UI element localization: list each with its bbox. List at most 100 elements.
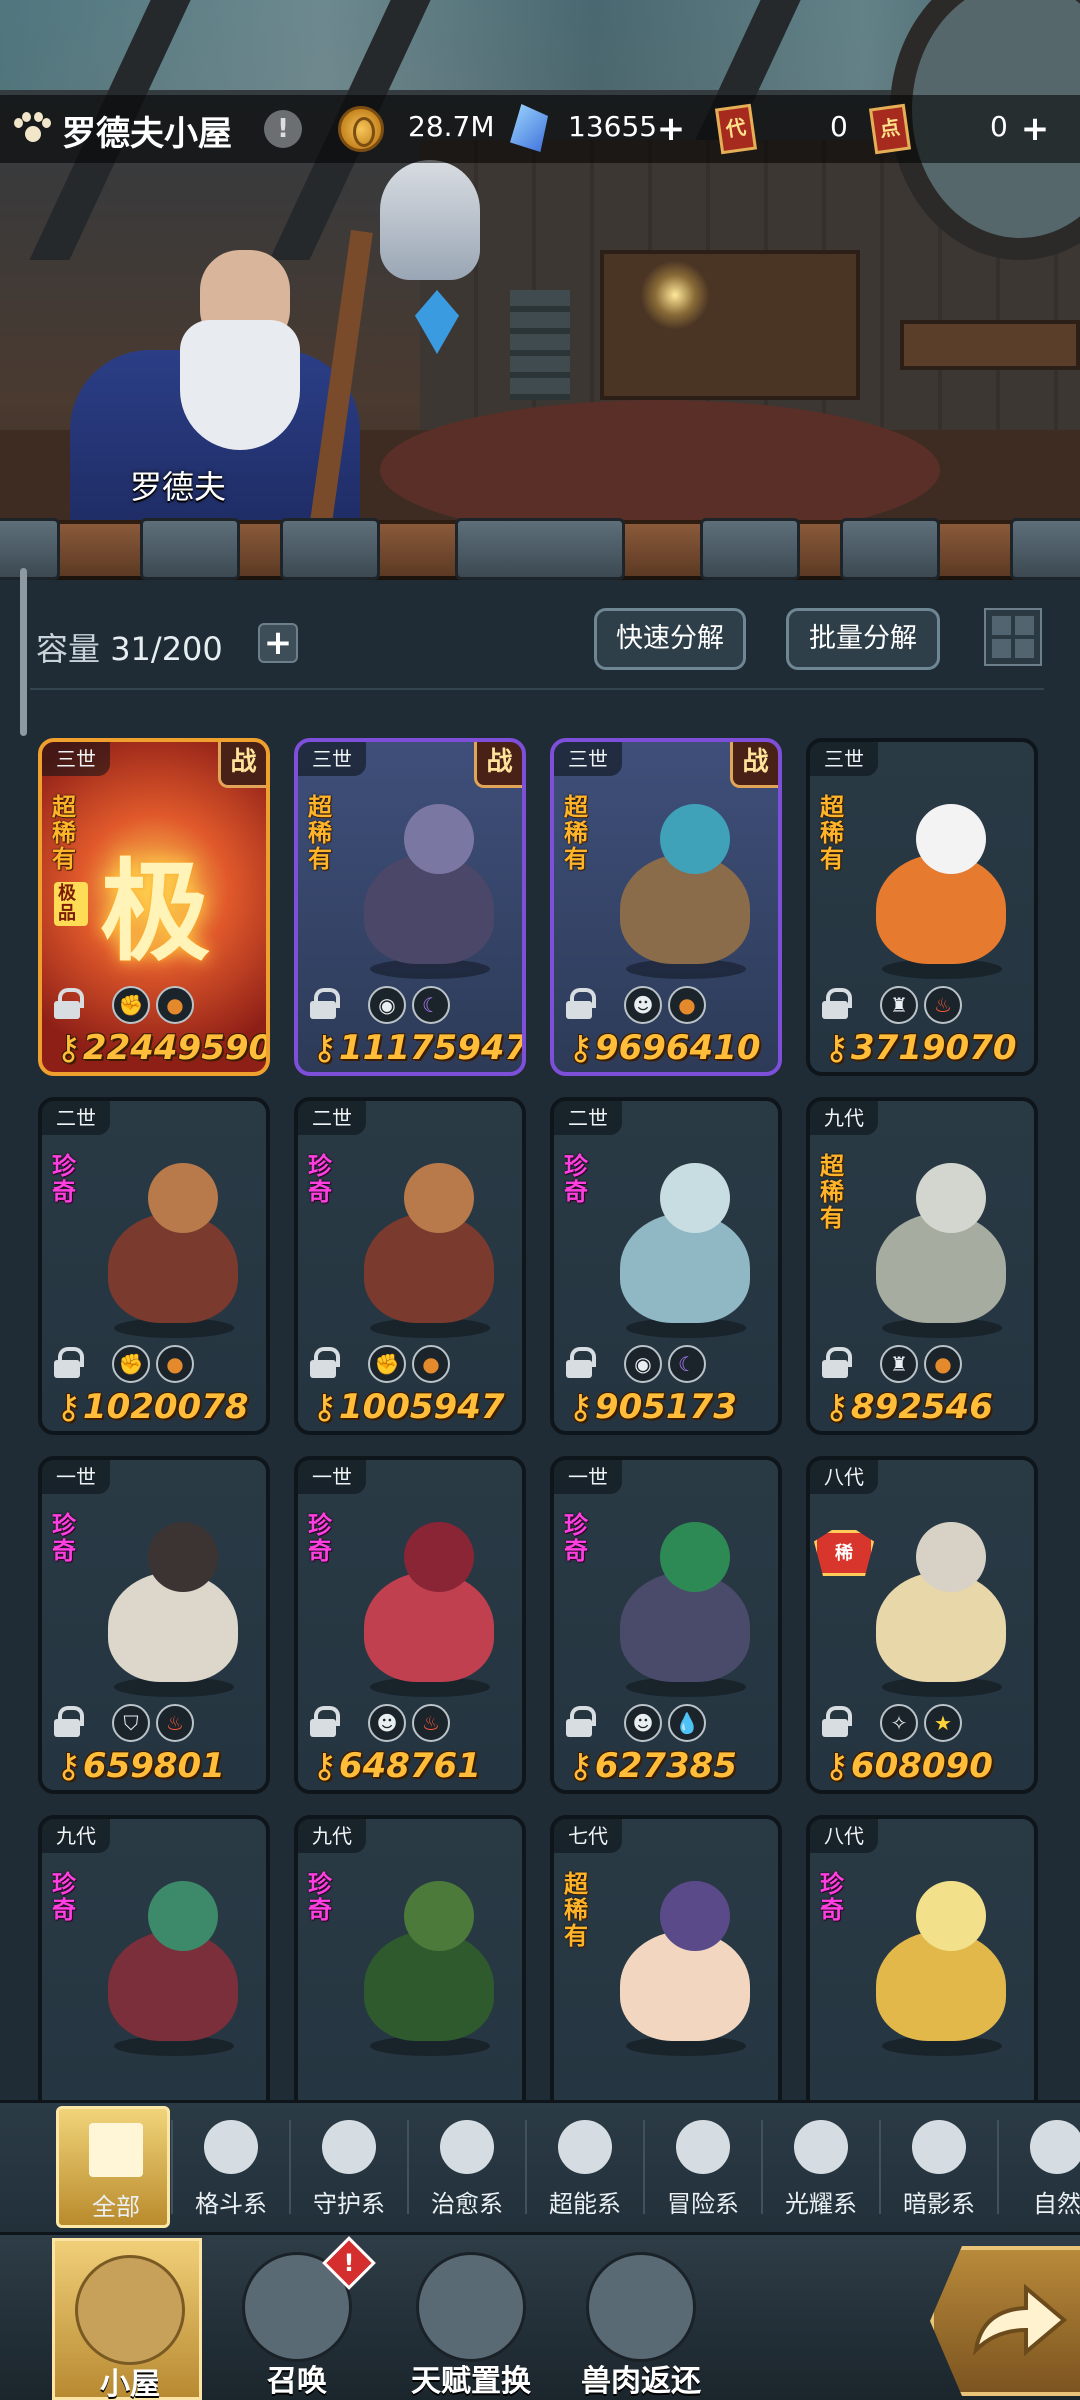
power-number: 659801 [82, 1746, 225, 1786]
pet-card[interactable]: 三世 战超稀有 ◉ ☾ ⚷11175947 [294, 738, 526, 1076]
filter-tab-fist[interactable]: 格斗系 [174, 2106, 288, 2228]
type-icons: ◉ ☾ [624, 1345, 706, 1383]
lock-icon[interactable] [820, 1347, 852, 1378]
alien-icon [558, 2120, 612, 2174]
filter-tab-star-cross[interactable]: 光耀系 [764, 2106, 878, 2228]
generation-tag: 三世 [42, 742, 110, 776]
type-icons: ✧ ★ [880, 1704, 962, 1742]
power-number: 22449590 [82, 1028, 270, 1068]
rarity-label: 超稀有 [564, 793, 588, 873]
boot-icon: ● [668, 986, 706, 1024]
power-number: 608090 [850, 1746, 993, 1786]
nav-house[interactable]: 小屋 [52, 2238, 202, 2400]
pet-card[interactable]: 三世 超稀有 ♜ ♨ ⚷3719070 [806, 738, 1038, 1076]
filter-tab-lantern[interactable]: 冒险系 [646, 2106, 760, 2228]
type-icons: ◉ ☾ [368, 986, 450, 1024]
generation-tag: 九代 [42, 1819, 110, 1853]
type-icons: ⛉ ♨ [112, 1704, 194, 1742]
lock-icon[interactable] [308, 1706, 340, 1737]
filter-tab-sprout[interactable]: 治愈系 [410, 2106, 524, 2228]
generation-tag: 二世 [42, 1101, 110, 1135]
rarity-label: 超稀有 [308, 793, 332, 873]
filter-tab-leaf[interactable]: 自然 [1000, 2106, 1080, 2228]
power-number: 1005947 [338, 1387, 505, 1427]
power-value: ⚷627385 [568, 1746, 737, 1786]
power-icon: ⚷ [56, 1746, 81, 1786]
pet-portrait [344, 1153, 514, 1343]
power-number: 905173 [594, 1387, 737, 1427]
lock-icon[interactable] [820, 1706, 852, 1737]
filter-tab-shield[interactable]: 守护系 [292, 2106, 406, 2228]
pet-card[interactable]: 二世珍奇 ✊ ● ⚷1020078 [38, 1097, 270, 1435]
pet-card[interactable]: 九代 超稀有 ♜ ● ⚷892546 [806, 1097, 1038, 1435]
tab-separator [407, 2120, 409, 2214]
tab-separator [761, 2120, 763, 2214]
rarity-label: 珍奇 [308, 1511, 332, 1565]
type-icons: ☻ 💧 [624, 1704, 706, 1742]
pet-portrait [344, 1871, 514, 2061]
nav-swap[interactable]: 天赋置换 [396, 2238, 546, 2400]
battle-badge: 战 [474, 742, 522, 788]
boot-icon: ● [412, 1345, 450, 1383]
lock-icon[interactable] [820, 988, 852, 1019]
lock-icon[interactable] [308, 988, 340, 1019]
lock-icon[interactable] [52, 988, 84, 1019]
shield-icon: ⛉ [112, 1704, 150, 1742]
house-icon [75, 2255, 185, 2365]
pet-card[interactable]: 一世 珍奇 ⛉ ♨ ⚷659801 [38, 1456, 270, 1794]
generation-tag: 二世 [554, 1101, 622, 1135]
shield-icon [322, 2120, 376, 2174]
power-icon: ⚷ [568, 1028, 593, 1068]
tab-separator [525, 2120, 527, 2214]
type-icons: ☻ ● [624, 986, 706, 1024]
tab-separator [997, 2120, 999, 2214]
all-icon [89, 2123, 143, 2177]
power-value: ⚷1020078 [56, 1387, 249, 1427]
power-value: ⚷22449590 [56, 1028, 270, 1068]
water-icon: 💧 [668, 1704, 706, 1742]
fire-icon: ♨ [156, 1704, 194, 1742]
pet-grid: 三世战极超稀有 极品 ✊ ● ⚷22449590 三世战超稀有 ◉ ☾ ⚷11175947 三世战… [0, 0, 1080, 2153]
pet-portrait [856, 1871, 1026, 2061]
pet-card[interactable]: 三世 战极超稀有 极品 ✊ ● ⚷22449590 [38, 738, 270, 1076]
pet-card[interactable]: 八代稀 ✧ ★ ⚷608090 [806, 1456, 1038, 1794]
rarity-label: 珍奇 [52, 1152, 76, 1206]
pet-card[interactable]: 三世 战超稀有 ☻ ● ⚷9696410 [550, 738, 782, 1076]
power-value: ⚷905173 [568, 1387, 737, 1427]
power-number: 1020078 [82, 1387, 249, 1427]
pet-card[interactable]: 二世 珍奇 ✊ ● ⚷1005947 [294, 1097, 526, 1435]
power-number: 627385 [594, 1746, 737, 1786]
lock-icon[interactable] [308, 1347, 340, 1378]
pet-card[interactable]: 二世 珍奇 ◉ ☾ ⚷905173 [550, 1097, 782, 1435]
power-icon: ⚷ [56, 1028, 81, 1068]
filter-tab-all[interactable]: 全部 [56, 2106, 170, 2228]
pet-card[interactable]: 一世 珍奇 ☻ 💧 ⚷627385 [550, 1456, 782, 1794]
rarity-label: 珍奇 [820, 1870, 844, 1924]
lock-icon[interactable] [52, 1347, 84, 1378]
type-icons: ☻ ♨ [368, 1704, 450, 1742]
power-icon: ⚷ [568, 1387, 593, 1427]
lock-icon[interactable] [564, 1706, 596, 1737]
pet-portrait [600, 1871, 770, 2061]
power-value: ⚷9696410 [568, 1028, 761, 1068]
lock-icon[interactable] [564, 1347, 596, 1378]
fist-icon [204, 2120, 258, 2174]
filter-tab-label: 光耀系 [785, 2190, 857, 2218]
generation-tag: 一世 [42, 1460, 110, 1494]
lock-icon[interactable] [52, 1706, 84, 1737]
type-icons: ✊ ● [112, 1345, 194, 1383]
tab-separator [879, 2120, 881, 2214]
boot-icon: ● [156, 986, 194, 1024]
lock-icon[interactable] [564, 988, 596, 1019]
nav-label: 兽肉返还 [581, 2364, 701, 2399]
rarity-label: 珍奇 [308, 1870, 332, 1924]
battle-badge: 战 [218, 742, 266, 788]
filter-tab-label: 冒险系 [667, 2190, 739, 2218]
pet-card[interactable]: 一世 珍奇 ☻ ♨ ⚷648761 [294, 1456, 526, 1794]
filter-tab-label: 超能系 [549, 2190, 621, 2218]
filter-tab-eye[interactable]: 暗影系 [882, 2106, 996, 2228]
filter-tab-alien[interactable]: 超能系 [528, 2106, 642, 2228]
generation-tag: 一世 [298, 1460, 366, 1494]
pet-portrait [856, 1153, 1026, 1343]
nav-meat[interactable]: 兽肉返还 [566, 2238, 716, 2400]
